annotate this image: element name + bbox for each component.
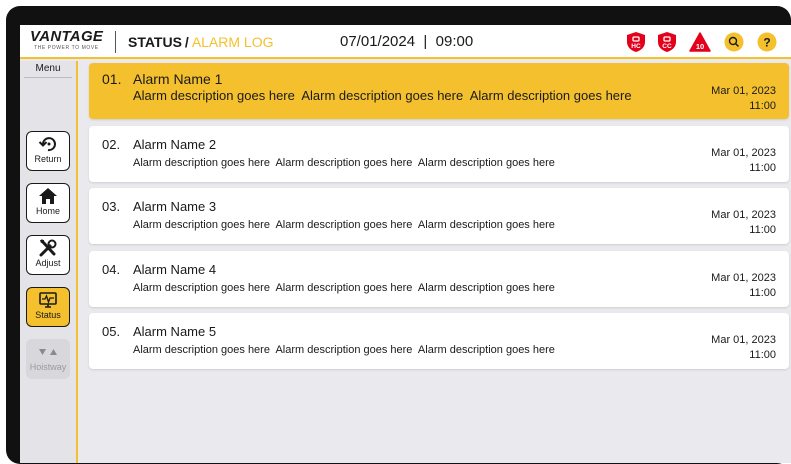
alarm-row-2[interactable]: 02. Alarm Name 2 Alarm description goes … (89, 126, 789, 182)
breadcrumb-separator: / (184, 34, 189, 50)
cc-lock-icon[interactable]: CC (656, 31, 678, 53)
help-icon[interactable]: ? (756, 31, 778, 53)
header-datetime: 07/01/2024 | 09:00 (340, 33, 474, 50)
alarm-timestamp: Mar 01, 2023 11:00 (711, 333, 776, 363)
alarm-number: 01. (102, 71, 122, 87)
alarm-name: Alarm Name 3 (133, 199, 217, 214)
alarm-row-5[interactable]: 05. Alarm Name 5 Alarm description goes … (89, 313, 789, 369)
alarm-name: Alarm Name 1 (133, 71, 223, 87)
alarm-number: 03. (102, 199, 121, 214)
alarm-number: 02. (102, 137, 121, 152)
nav-home-button[interactable]: Home (26, 183, 70, 223)
cc-lock-label: CC (662, 43, 672, 50)
monitor-icon (39, 292, 57, 308)
screen: VANTAGE THE POWER TO MOVE STATUS / ALARM L… (20, 25, 791, 463)
header-divider (115, 31, 116, 53)
alarm-timestamp: Mar 01, 2023 11:00 (711, 84, 776, 114)
alarm-date: Mar 01, 2023 (711, 209, 776, 221)
header-bar: VANTAGE THE POWER TO MOVE STATUS / ALARM L… (20, 25, 791, 59)
alarm-description: Alarm description goes here Alarm descri… (133, 344, 555, 356)
help-label: ? (763, 36, 770, 50)
home-icon (39, 188, 57, 204)
alarm-description: Alarm description goes here Alarm descri… (133, 88, 632, 103)
breadcrumb-section[interactable]: STATUS (128, 34, 182, 50)
breadcrumb-current: ALARM LOG (191, 34, 274, 50)
alarm-timestamp: Mar 01, 2023 11:00 (711, 146, 776, 176)
nav-return-label: Return (34, 154, 62, 164)
alarm-row-1[interactable]: 01. Alarm Name 1 Alarm description goes … (89, 63, 789, 119)
alarm-description: Alarm description goes here Alarm descri… (133, 282, 555, 294)
logo-text: VANTAGE (30, 28, 104, 45)
alarm-name: Alarm Name 2 (133, 137, 217, 152)
alarm-description: Alarm description goes here Alarm descri… (133, 157, 555, 169)
nav-hoistway-button[interactable]: Hoistway (26, 339, 70, 379)
alarm-description: Alarm description goes here Alarm descri… (133, 219, 555, 231)
nav-adjust-button[interactable]: Adjust (26, 235, 70, 275)
nav-status-label: Status (35, 310, 61, 320)
nav-hoistway-label: Hoistway (29, 362, 67, 372)
alarm-row-3[interactable]: 03. Alarm Name 3 Alarm description goes … (89, 188, 789, 244)
alarm-date: Mar 01, 2023 (711, 85, 776, 97)
alarm-date: Mar 01, 2023 (711, 272, 776, 284)
alarm-number: 04. (102, 262, 121, 277)
alarm-time: 11:00 (749, 287, 776, 299)
alarm-date: Mar 01, 2023 (711, 334, 776, 346)
alarm-count: 10 (696, 42, 704, 51)
alarm-date: Mar 01, 2023 (711, 147, 776, 159)
nav-home-label: Home (35, 206, 60, 216)
hc-lock-icon[interactable]: HC (625, 31, 647, 53)
alarm-warning-icon[interactable]: 10 (689, 31, 711, 53)
alarm-timestamp: Mar 01, 2023 11:00 (711, 208, 776, 238)
alarm-time: 11:00 (749, 224, 776, 236)
vantage-logo: VANTAGE THE POWER TO MOVE (30, 28, 104, 55)
return-icon (38, 137, 56, 152)
hc-lock-label: HC (631, 43, 641, 50)
nav-adjust-label: Adjust (35, 258, 61, 268)
hoistway-icon (39, 349, 57, 355)
menu-label: Menu (35, 63, 61, 74)
alarm-number: 05. (102, 324, 121, 339)
alarm-time: 11:00 (749, 349, 776, 361)
sidebar-menu: Menu Return Home Adjust Status Hoistway (20, 61, 78, 463)
alarm-time: 11:00 (749, 162, 776, 174)
alarm-time: 11:00 (749, 100, 776, 112)
nav-status-button[interactable]: Status (26, 287, 70, 327)
alarm-name: Alarm Name 5 (133, 324, 217, 339)
search-icon[interactable] (723, 31, 745, 53)
breadcrumb: STATUS / ALARM LOG (128, 34, 274, 50)
device-frame: VANTAGE THE POWER TO MOVE STATUS / ALARM L… (6, 6, 791, 464)
tools-icon (39, 239, 57, 257)
alarm-timestamp: Mar 01, 2023 11:00 (711, 271, 776, 301)
logo-tagline: THE POWER TO MOVE (34, 45, 99, 51)
nav-return-button[interactable]: Return (26, 131, 70, 171)
menu-divider (24, 77, 72, 78)
alarm-row-4[interactable]: 04. Alarm Name 4 Alarm description goes … (89, 251, 789, 307)
alarm-name: Alarm Name 4 (133, 262, 217, 277)
